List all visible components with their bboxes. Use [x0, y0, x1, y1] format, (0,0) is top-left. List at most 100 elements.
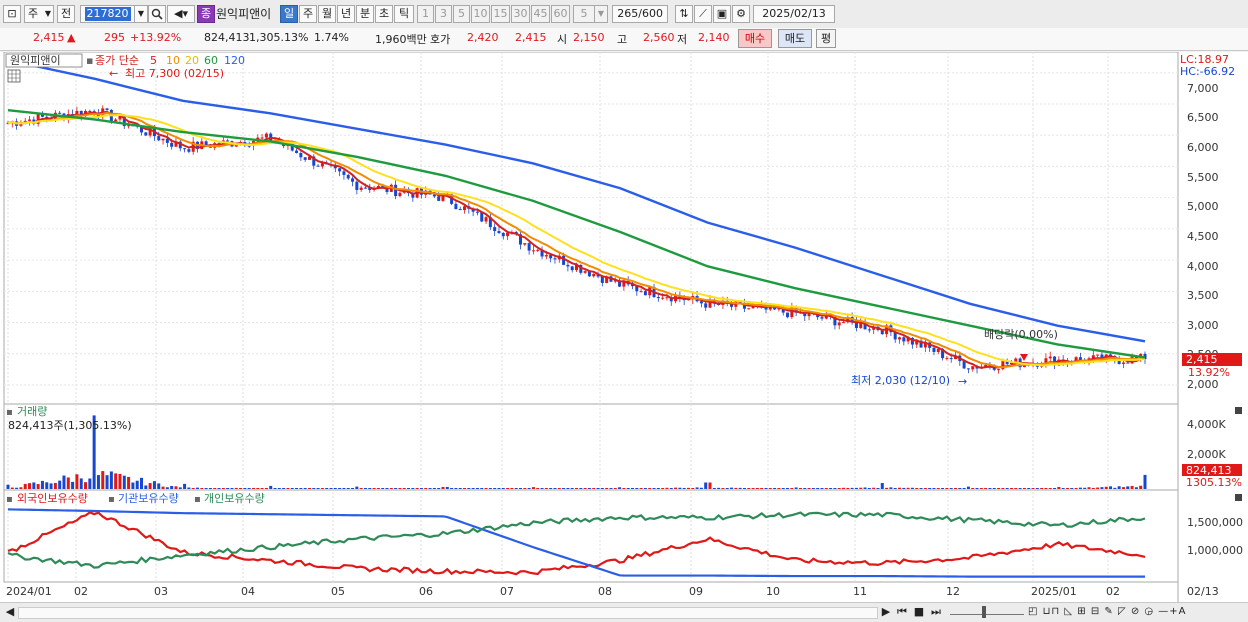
eval-button[interactable]: 평 [816, 29, 836, 48]
dot-sep: ▪ [6, 494, 13, 505]
search-icon[interactable] [148, 5, 166, 23]
candle-settings-icon[interactable]: ⇅ [675, 5, 693, 23]
last-page-icon[interactable]: ⏭ [928, 605, 944, 619]
volume-bar [816, 488, 820, 489]
interval-dropdown-icon[interactable]: ▼ [594, 5, 608, 23]
speaker-icon[interactable]: ◀▾ [167, 5, 195, 23]
y-tick: 3,000 [1187, 319, 1219, 332]
count-input[interactable]: 265/600 [612, 5, 668, 23]
scroll-track[interactable] [18, 607, 878, 619]
volume-bar [790, 488, 794, 489]
volume-bar [1022, 488, 1026, 489]
min-60[interactable]: 60 [551, 5, 570, 23]
scroll-left-icon[interactable]: ◀ [4, 605, 16, 619]
volume-bar [945, 488, 949, 489]
foreign-holding-title[interactable]: 외국인보유수량 [17, 492, 88, 505]
dot-sep: ▪ [108, 494, 115, 505]
volume-bar [764, 488, 768, 489]
min-15[interactable]: 15 [491, 5, 510, 23]
market-select[interactable]: 주 ▼ [24, 5, 54, 23]
sell-button[interactable]: 매도 [778, 29, 812, 48]
volume-bar [656, 488, 660, 489]
period-week[interactable]: 주 [299, 5, 317, 23]
min-45[interactable]: 45 [531, 5, 550, 23]
volume-bar [678, 487, 682, 489]
zoom-slider[interactable] [950, 606, 1024, 618]
volume-bar [1040, 488, 1044, 489]
volume-bar [239, 488, 243, 489]
panel-stock-name[interactable]: 원익피앤이 [10, 54, 61, 67]
save-icon[interactable]: ▣ [713, 5, 731, 23]
volume-bar [196, 487, 199, 489]
institution-holding-title[interactable]: 기관보유수량 [118, 492, 179, 505]
volume-bar [458, 488, 462, 489]
x-axis-label: 12 [946, 585, 960, 598]
volume-bar [286, 488, 290, 489]
window-menu-icon[interactable]: ⊡ [3, 5, 21, 23]
candle-body [28, 119, 32, 121]
x-axis-right-label: 02/13 [1187, 585, 1219, 598]
first-page-icon[interactable]: ⏮ [894, 605, 910, 619]
type-button[interactable]: 전 [57, 5, 75, 23]
volume-bar [514, 488, 518, 489]
volume-bar [15, 487, 19, 489]
candle-body [902, 337, 906, 342]
period-second[interactable]: 초 [375, 5, 393, 23]
volume-bar [867, 488, 871, 489]
interval-input[interactable]: 5 [573, 5, 595, 23]
volume-bar [510, 488, 514, 489]
min-3[interactable]: 3 [435, 5, 452, 23]
panel-close-icon[interactable] [1235, 494, 1242, 501]
chevron-down-icon: ▼ [44, 9, 51, 18]
volume-bar [256, 488, 260, 489]
draw-line-icon[interactable]: ⟋ [694, 5, 712, 23]
panel-close-icon[interactable] [1235, 407, 1242, 414]
open-label: 시 [557, 33, 568, 46]
volume-bar [738, 487, 742, 489]
volume-bar [605, 488, 609, 489]
candle-body [161, 138, 165, 141]
volume-bar [768, 488, 772, 489]
volume-bar [10, 487, 14, 489]
code-dropdown-icon[interactable]: ▼ [134, 5, 148, 23]
period-year[interactable]: 년 [337, 5, 355, 23]
ma-10: 10 [166, 54, 180, 67]
volume-bar [592, 488, 596, 489]
candle-body [936, 348, 940, 352]
min-30[interactable]: 30 [511, 5, 530, 23]
volume-bar [506, 488, 510, 489]
stop-icon[interactable]: ■ [912, 605, 926, 619]
volume-bar [363, 488, 367, 489]
min-1[interactable]: 1 [417, 5, 434, 23]
min-10[interactable]: 10 [471, 5, 490, 23]
volume-bar [708, 482, 712, 489]
min-5[interactable]: 5 [453, 5, 470, 23]
period-minute[interactable]: 분 [356, 5, 374, 23]
candle-body [157, 136, 161, 141]
date-input[interactable]: 2025/02/13 [753, 5, 835, 23]
volume-title[interactable]: 거래량 [17, 405, 47, 418]
stock-chart[interactable]: 원익피앤이 ▪ 종가 단순 5 10 20 60 120 LC:18.97 HC… [0, 51, 1248, 602]
volume-bar [493, 488, 497, 489]
volume-bar [273, 488, 277, 489]
table-icon[interactable] [7, 69, 21, 83]
volume-bar [803, 488, 807, 489]
volume-bar [269, 485, 273, 489]
x-axis-label: 03 [154, 585, 168, 598]
period-day[interactable]: 일 [280, 5, 298, 23]
volume-bar [282, 488, 286, 489]
scroll-right-icon[interactable]: ▶ [880, 605, 892, 619]
code-input[interactable]: 217820 [80, 5, 135, 23]
period-tick[interactable]: 틱 [394, 5, 414, 23]
volume-bar [1044, 488, 1048, 489]
period-month[interactable]: 월 [318, 5, 336, 23]
volume-bar [170, 485, 174, 489]
drawing-tools-icon[interactable]: ◰ ⊔⊓ ◺ ⊞ ⊟ ✎ ◸ ⊘ ◶ —+A [1028, 605, 1228, 619]
volume-bar [312, 488, 316, 489]
buy-button[interactable]: 매수 [738, 29, 772, 48]
ma-label[interactable]: 종가 단순 [95, 54, 139, 67]
candle-body [962, 361, 966, 369]
volume-bar [1065, 488, 1069, 489]
gear-icon[interactable]: ⚙ [732, 5, 750, 23]
individual-holding-title[interactable]: 개인보유수량 [204, 492, 265, 505]
